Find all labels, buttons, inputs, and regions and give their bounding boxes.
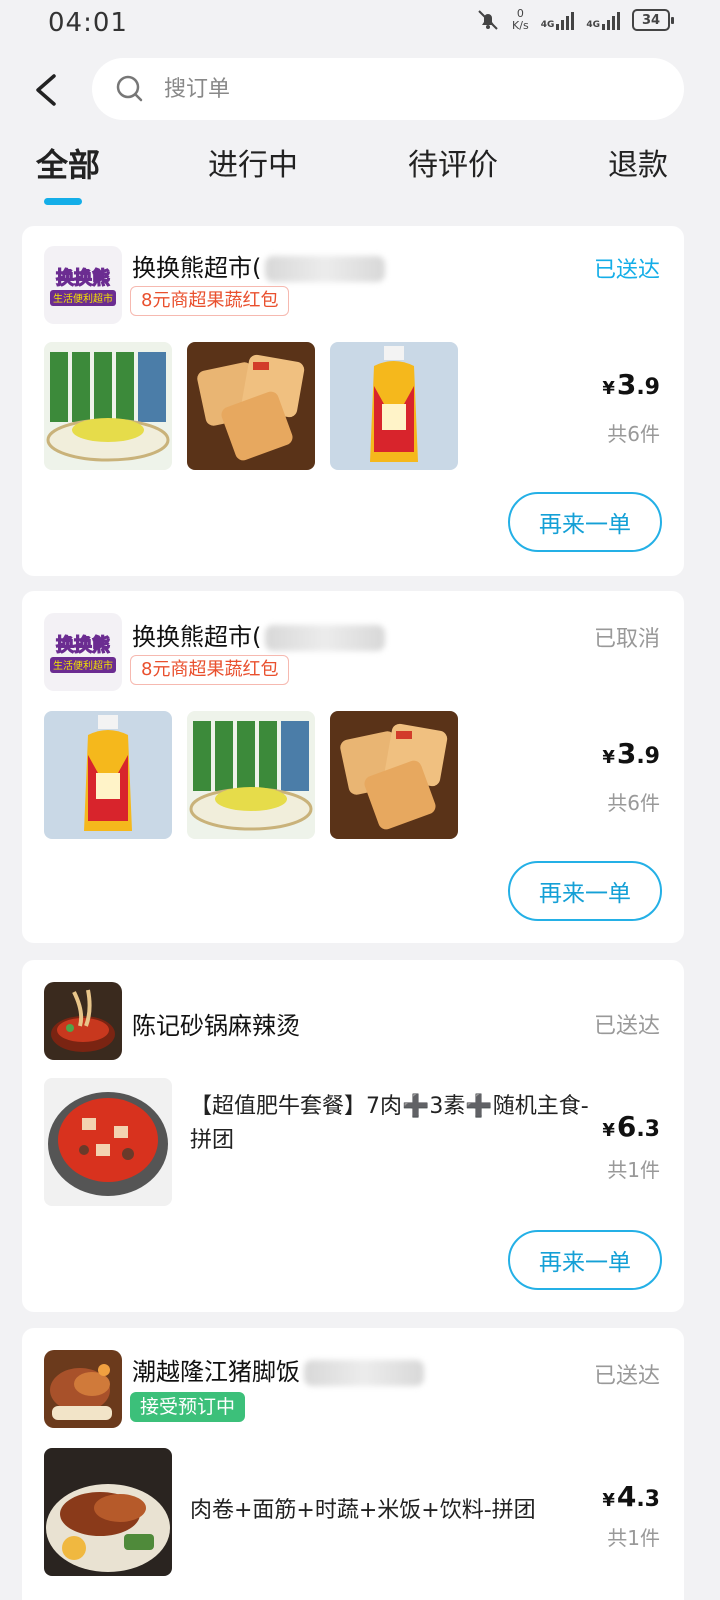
- reorder-button[interactable]: 再来一单: [508, 492, 662, 552]
- search-box[interactable]: [92, 58, 684, 120]
- search-icon: [116, 75, 143, 102]
- store-name[interactable]: 潮越隆江猪脚饭: [132, 1352, 424, 1387]
- blurred-text: [265, 256, 386, 282]
- order-status: 已送达: [593, 1364, 660, 1389]
- chevron-left-icon: [36, 74, 56, 106]
- order-price: ¥4.3: [602, 1480, 660, 1513]
- active-tab-indicator: [44, 198, 82, 205]
- store-logo: 换换熊 生活便利超市: [44, 246, 122, 324]
- reorder-button[interactable]: 再来一单: [508, 861, 662, 921]
- product-thumbnail-hotpot[interactable]: [44, 1078, 172, 1206]
- product-thumbnail-bamboo[interactable]: [187, 711, 315, 839]
- svg-text:换换熊: 换换熊: [56, 634, 110, 656]
- svg-text:生活便利超市: 生活便利超市: [53, 659, 113, 672]
- product-thumbnail-tea[interactable]: [330, 342, 458, 470]
- order-card[interactable]: 陈记砂锅麻辣烫 已送达 【超值肥牛套餐】7肉➕3素➕随机主食-拼团 ¥6.3 共…: [22, 960, 684, 1312]
- status-icons: 0 K/s 4G 4G 34: [476, 7, 674, 32]
- store-logo: [44, 982, 122, 1060]
- order-status: 已送达: [593, 258, 660, 283]
- mute-bell-icon: [478, 10, 498, 30]
- order-status: 已取消: [593, 627, 660, 652]
- svg-text:换换熊: 换换熊: [56, 267, 110, 289]
- item-count: 共6件: [607, 422, 660, 446]
- net-speed: 0 K/s: [512, 7, 529, 32]
- tab-all[interactable]: 全部: [36, 140, 100, 196]
- order-price: ¥3.9: [602, 368, 660, 401]
- order-card[interactable]: 换换熊生活便利超市 换换熊超市( 已取消 8元商超果蔬红包 ¥3.9 共6件 再…: [22, 591, 684, 943]
- blurred-text: [265, 625, 386, 651]
- item-count: 共1件: [607, 1158, 660, 1182]
- order-status: 已送达: [593, 1014, 660, 1039]
- search-input[interactable]: [164, 76, 644, 102]
- item-description: 肉卷+面筋+时蔬+米饭+饮料-拼团: [190, 1498, 536, 1523]
- order-price: ¥6.3: [602, 1110, 660, 1143]
- product-thumbnail-bread[interactable]: [187, 342, 315, 470]
- item-count: 共6件: [607, 791, 660, 815]
- signal-icon: 4G: [541, 10, 575, 30]
- tab-to-review[interactable]: 待评价: [408, 140, 498, 196]
- preorder-tag: 接受预订中: [130, 1392, 246, 1422]
- promo-tag: 8元商超果蔬红包: [130, 655, 290, 685]
- order-price: ¥3.9: [602, 737, 660, 770]
- product-thumbnail-bread[interactable]: [330, 711, 458, 839]
- tab-refund[interactable]: 退款: [608, 140, 668, 196]
- back-button[interactable]: [28, 68, 64, 112]
- store-name[interactable]: 换换熊超市(: [132, 617, 386, 652]
- order-card[interactable]: 换换熊生活便利超市 换换熊超市( 已送达 8元商超果蔬红包 ¥3.9 共6件 再…: [22, 226, 684, 576]
- status-time: 04:01: [48, 8, 128, 38]
- store-logo: 换换熊 生活便利超市: [44, 613, 122, 691]
- blurred-text: [304, 1360, 424, 1386]
- tab-in-progress[interactable]: 进行中: [208, 140, 298, 196]
- item-count: 共1件: [607, 1526, 660, 1550]
- product-thumbnail-tea[interactable]: [44, 711, 172, 839]
- order-tabs: 全部 进行中 待评价 退款: [0, 140, 720, 210]
- svg-text:生活便利超市: 生活便利超市: [53, 292, 113, 305]
- signal-icon-2: 4G: [586, 10, 620, 30]
- product-thumbnail-pork-rice[interactable]: [44, 1448, 172, 1576]
- store-logo: [44, 1350, 122, 1428]
- product-thumbnail-bamboo[interactable]: [44, 342, 172, 470]
- store-name[interactable]: 换换熊超市(: [132, 248, 386, 283]
- store-name[interactable]: 陈记砂锅麻辣烫: [132, 1006, 300, 1041]
- status-bar: 04:01 0 K/s 4G 4G 34: [0, 0, 720, 46]
- battery-icon: 34: [632, 9, 674, 31]
- item-description: 【超值肥牛套餐】7肉➕3素➕随机主食-拼团: [190, 1094, 589, 1153]
- reorder-button[interactable]: 再来一单: [508, 1230, 662, 1290]
- order-card[interactable]: 潮越隆江猪脚饭 已送达 接受预订中 肉卷+面筋+时蔬+米饭+饮料-拼团 ¥4.3…: [22, 1328, 684, 1600]
- promo-tag: 8元商超果蔬红包: [130, 286, 290, 316]
